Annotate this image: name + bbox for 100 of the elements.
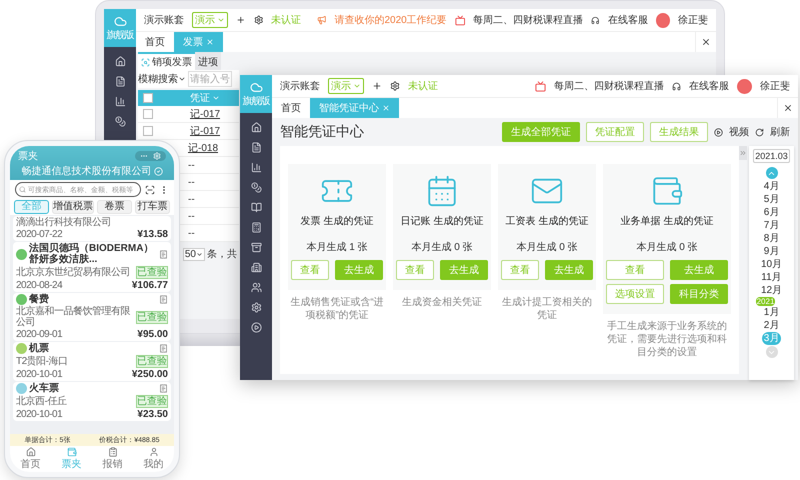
filter-chip[interactable]: 增值税票	[52, 200, 94, 214]
card-note: 生成销售凭证或含“进项税额”的凭证	[289, 296, 385, 322]
nav-icon[interactable]	[250, 282, 262, 293]
screen-title: 票夹	[18, 150, 38, 163]
month-item[interactable]: 6月	[762, 206, 782, 219]
user-name: 徐正斐	[678, 14, 708, 27]
card-note: 生成计提工资相关的凭证	[501, 296, 593, 322]
support-link[interactable]: 在线客服	[608, 13, 648, 27]
receipt-title: 法国贝德玛（BIODERMA）舒妍多效洁肤...	[29, 243, 154, 265]
page-title: 智能凭证中心	[280, 123, 364, 141]
card-title: 日记账 生成的凭证	[400, 214, 484, 228]
year-badge: 2021	[756, 297, 776, 306]
nav-icon[interactable]	[250, 182, 262, 193]
chevron-down-icon	[212, 94, 220, 102]
checkbox[interactable]	[143, 126, 153, 136]
avatar	[737, 78, 752, 94]
sub-tab[interactable]: 销项发票	[138, 52, 195, 70]
table-cell: --	[188, 176, 195, 188]
nav-icon[interactable]	[250, 122, 262, 133]
receipt-amount: ¥95.00	[137, 329, 168, 340]
month-item[interactable]: 7月	[762, 219, 782, 232]
person-icon	[148, 447, 158, 457]
page-size-select[interactable]: 50	[182, 248, 205, 260]
tab-bar-item[interactable]: 我的	[133, 447, 174, 471]
video-link[interactable]: 视频	[729, 125, 749, 139]
live-course-link[interactable]: 每周二、四财税课程直播	[473, 13, 584, 27]
tab[interactable]: 首页	[136, 32, 174, 52]
plus-icon[interactable]	[236, 15, 246, 25]
card-note: 手工生成来源于业务系统的凭证，需要先进行选项和科目分类的设置	[606, 320, 728, 359]
collapse-handle[interactable]	[739, 146, 747, 160]
receipt-card[interactable]: 法国贝德玛（BIODERMA）舒妍多效洁肤... 北京京东世纪贸易有限公司 已查验 2020-08-24 ¥106.77	[13, 242, 171, 292]
status-tag: 已查验	[136, 310, 168, 324]
nav-icon[interactable]	[250, 322, 262, 333]
nav-icon[interactable]	[250, 242, 262, 253]
live-course-link[interactable]: 每周二、四财税课程直播	[554, 79, 664, 93]
nav-icon[interactable]	[114, 96, 126, 107]
settings-icon[interactable]	[390, 81, 400, 91]
home-icon	[26, 447, 36, 457]
cloud-icon	[114, 14, 126, 28]
nav-icon[interactable]	[250, 262, 262, 273]
plus-icon[interactable]	[372, 81, 382, 91]
chevron-down-icon	[196, 250, 203, 258]
seller-name: 滴滴出行科技有限公司	[16, 217, 112, 228]
avatar	[656, 12, 670, 28]
tab-bar-item[interactable]: 首页	[10, 447, 51, 471]
checkbox[interactable]	[143, 93, 153, 103]
month-item[interactable]: 10月	[758, 258, 784, 271]
receipt-date: 2020-08-24	[16, 280, 62, 291]
tv-icon	[454, 14, 466, 26]
capsule-menu[interactable]	[135, 151, 166, 161]
receipt-icon	[159, 384, 168, 393]
receipt-card[interactable]: 火车票 北京西-任丘 已查验 2020-10-01 ¥23.50	[13, 382, 171, 421]
receipt-date: 2020-07-22	[16, 229, 62, 240]
checkbox[interactable]	[143, 109, 153, 119]
table-cell: --	[188, 228, 195, 238]
month-item[interactable]: 2月	[762, 319, 782, 332]
receipt-icon	[159, 344, 168, 353]
status-tag: 已查验	[136, 355, 168, 368]
nav-icon[interactable]	[250, 162, 262, 173]
account-name: 演示账套	[280, 80, 320, 93]
month-item[interactable]: 11月	[759, 271, 784, 284]
month-item[interactable]: 12月	[758, 284, 784, 297]
nav-icon[interactable]	[114, 56, 126, 67]
receipt-amount: ¥250.00	[132, 369, 168, 380]
nav-icon[interactable]	[114, 76, 126, 87]
monthly-count: 本月生成 1 张	[306, 240, 368, 254]
nav-icon[interactable]	[250, 142, 262, 153]
tab[interactable]: 首页	[272, 98, 310, 118]
receipt-title: 机票	[29, 343, 50, 354]
nav-icon[interactable]	[250, 202, 262, 213]
month-item[interactable]: 1月	[762, 306, 782, 319]
card-note: 生成资金相关凭证	[401, 296, 483, 309]
scan-icon[interactable]	[145, 184, 155, 194]
refresh-link[interactable]: 刷新	[770, 125, 790, 139]
nav-icon[interactable]	[250, 302, 262, 313]
cloud-icon	[250, 80, 262, 94]
chevron-down-icon	[353, 82, 361, 90]
receipt-card[interactable]: 滴滴出行科技有限公司 2020-07-22 ¥13.58	[13, 216, 171, 241]
receipt-date: 2020-09-01	[16, 329, 62, 340]
search-mode-select[interactable]: 模糊搜索	[138, 72, 186, 86]
support-link[interactable]: 在线客服	[689, 79, 729, 93]
nav-icon[interactable]	[114, 116, 126, 127]
auth-status: 未认证	[271, 14, 301, 27]
monthly-count: 本月生成 0 张	[516, 240, 578, 254]
settings-icon[interactable]	[254, 15, 263, 25]
sub-tab[interactable]: 进项	[195, 52, 221, 70]
chevron-down-icon	[217, 16, 225, 24]
month-item[interactable]: 4月	[762, 180, 782, 193]
status-tag: 已查验	[136, 266, 168, 279]
receipt-card[interactable]: 机票 T2贵阳-海口 已查验 2020-10-01 ¥250.00	[13, 342, 171, 381]
month-item[interactable]: 8月	[762, 232, 782, 245]
month-item[interactable]: 5月	[762, 193, 782, 206]
month-field[interactable]: 2021.03	[753, 149, 790, 163]
filter-chip[interactable]: 打车票	[135, 200, 170, 214]
monthly-count: 本月生成 0 张	[411, 240, 473, 254]
nav-icon[interactable]	[250, 222, 262, 233]
filter-chip[interactable]: 卷票	[97, 200, 132, 214]
card-title: 发票 生成的凭证	[300, 214, 374, 228]
tab-bar-item[interactable]: 报销	[92, 447, 133, 471]
month-item[interactable]: 9月	[762, 245, 782, 258]
